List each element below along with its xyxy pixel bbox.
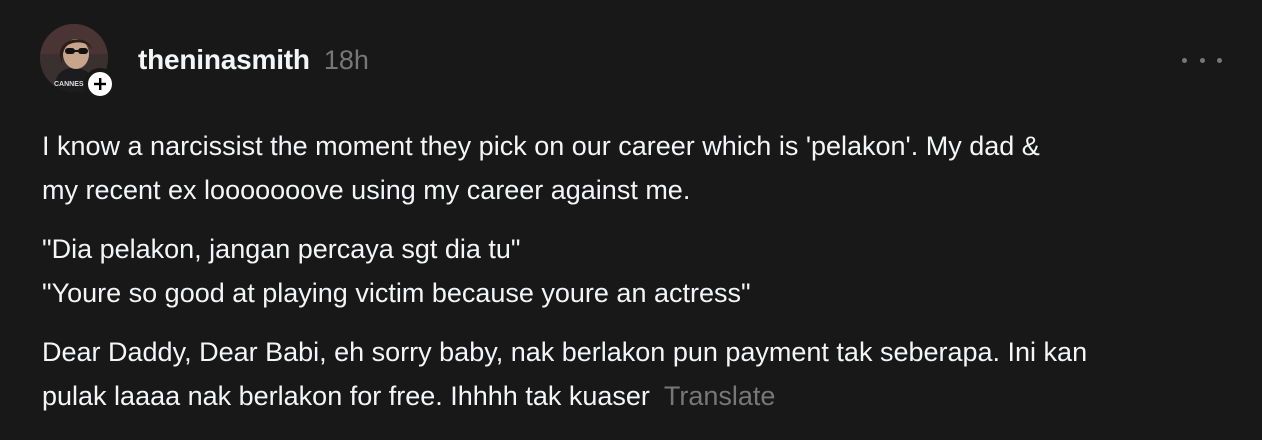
follow-button[interactable] bbox=[84, 68, 116, 100]
post-text-line-last: pulak laaaa nak berlakon for free. Ihhhh… bbox=[42, 374, 1232, 418]
post-timestamp: 18h bbox=[323, 45, 369, 75]
post-paragraph: "Dia pelakon, jangan percaya sgt dia tu"… bbox=[42, 227, 1232, 315]
avatar-container[interactable]: CANNES bbox=[40, 24, 116, 100]
plus-icon bbox=[94, 78, 106, 90]
username-link[interactable]: theninasmith bbox=[138, 44, 310, 76]
svg-text:CANNES: CANNES bbox=[54, 81, 84, 88]
thread-post: CANNES theninasmith 18h I know a narciss… bbox=[0, 0, 1262, 440]
translate-link[interactable]: Translate bbox=[664, 381, 776, 411]
more-horizontal-icon-dot bbox=[1199, 57, 1205, 63]
post-text-line: my recent ex looooooove using my career … bbox=[42, 175, 691, 205]
post-header: theninasmith 18h bbox=[138, 44, 369, 80]
more-horizontal-icon-dot bbox=[1182, 57, 1187, 63]
post-paragraph: Dear Daddy, Dear Babi, eh sorry baby, na… bbox=[42, 330, 1232, 418]
post-text-line: I know a narcissist the moment they pick… bbox=[42, 131, 1040, 161]
more-options-button[interactable] bbox=[1182, 50, 1222, 70]
post-body: I know a narcissist the moment they pick… bbox=[42, 124, 1232, 433]
more-horizontal-icon-dot bbox=[1217, 57, 1222, 63]
post-text-line: "Youre so good at playing victim because… bbox=[42, 278, 751, 308]
post-text-line: Dear Daddy, Dear Babi, eh sorry baby, na… bbox=[42, 337, 1088, 367]
post-text: pulak laaaa nak berlakon for free. Ihhhh… bbox=[42, 381, 650, 411]
post-text-line: "Dia pelakon, jangan percaya sgt dia tu" bbox=[42, 234, 521, 264]
post-paragraph: I know a narcissist the moment they pick… bbox=[42, 124, 1232, 212]
